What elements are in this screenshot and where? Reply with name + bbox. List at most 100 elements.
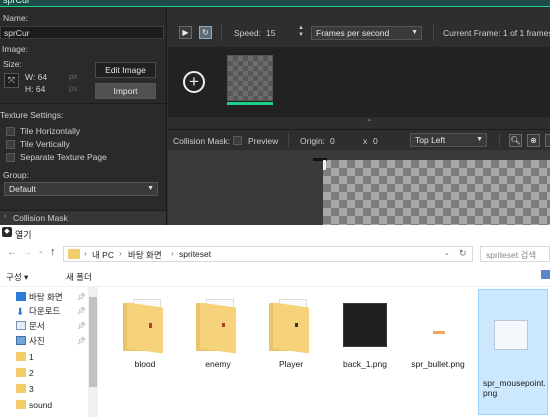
divider <box>221 24 222 41</box>
collision-mask-bar: Collision Mask: Preview Origin: 0 x 0 To… <box>168 129 550 149</box>
group-dropdown[interactable]: Default ▼ <box>4 182 158 196</box>
breadcrumb[interactable]: › 내 PC › 바탕 화면 › spriteset ⌄ ↻ <box>63 246 473 262</box>
nav-item-pictures[interactable]: 사진 <box>16 335 45 348</box>
organize-button[interactable]: 구성 ▾ <box>6 271 28 283</box>
breadcrumb-item[interactable]: 내 PC <box>92 249 114 261</box>
nav-item-label: 사진 <box>29 336 45 346</box>
pin-icon[interactable]: 📌︎ <box>77 307 86 315</box>
name-label: Name: <box>3 13 29 23</box>
folder-icon <box>269 299 313 354</box>
nav-item-folder-sound[interactable]: sound <box>16 399 52 412</box>
back-arrow-icon[interactable]: ← <box>7 247 17 258</box>
spinner-icon[interactable]: ▲ ▼ <box>298 25 304 39</box>
collapse-icon[interactable]: ⌃ <box>366 118 373 127</box>
app-logo-icon: ◆ <box>2 227 12 237</box>
open-file-dialog: ◆ 열기 ← → ⌄ ↑ › 내 PC › 바탕 화면 › spriteset … <box>0 225 550 417</box>
nav-item-desktop[interactable]: 바탕 화면 <box>16 291 63 304</box>
frames-strip: + <box>168 47 550 117</box>
chevron-down-icon: ▼ <box>147 185 154 192</box>
pin-icon[interactable]: 📌︎ <box>77 293 86 301</box>
speed-input[interactable]: 15 <box>266 28 275 38</box>
image-thumbnail <box>494 320 528 350</box>
divider <box>499 133 500 148</box>
dialog-title: 열기 <box>15 230 32 240</box>
nav-item-folder-3[interactable]: 3 <box>16 383 34 396</box>
sprite-frames-panel: ▶ ↻ Speed: 15 ▲ ▼ Frames per second ▼ Cur… <box>168 7 550 225</box>
document-icon <box>16 321 26 330</box>
folder-icon <box>196 299 240 354</box>
origin-anchor-dropdown[interactable]: Top Left ▼ <box>410 133 487 147</box>
chevron-down-icon[interactable]: ⌄ <box>444 249 450 257</box>
origin-y-input[interactable]: 0 <box>373 136 378 146</box>
file-item-image[interactable]: back_1.png <box>330 291 400 381</box>
tile-vertically-checkbox[interactable] <box>6 140 15 149</box>
sprite-canvas[interactable] <box>323 160 550 225</box>
chevron-down-icon: ▼ <box>476 136 483 143</box>
file-name: blood <box>134 359 156 369</box>
nav-scrollbar[interactable] <box>88 287 98 417</box>
file-item-folder[interactable]: Player <box>256 291 326 381</box>
width-value: W: 64 <box>25 72 48 82</box>
nav-scrollbar-thumb[interactable] <box>89 297 97 387</box>
tile-horizontally-checkbox[interactable] <box>6 127 15 136</box>
edit-image-button[interactable]: Edit Image <box>95 62 156 78</box>
pin-icon[interactable]: 📌︎ <box>77 337 86 345</box>
pin-icon[interactable]: 📌︎ <box>77 322 86 330</box>
file-item-image[interactable]: spr_bullet.png <box>403 291 473 381</box>
collision-mask-section[interactable]: › Collision Mask <box>0 210 166 225</box>
folder-icon <box>68 249 80 259</box>
add-frame-icon[interactable]: + <box>183 71 205 93</box>
nav-item-label: 1 <box>29 352 34 362</box>
speed-label: Speed: <box>234 28 261 38</box>
new-folder-button[interactable]: 새 폴더 <box>66 271 92 283</box>
nav-item-folder-2[interactable]: 2 <box>16 367 34 380</box>
up-arrow-icon[interactable]: ↑ <box>50 246 56 258</box>
file-item-folder[interactable]: enemy <box>183 291 253 381</box>
image-thumbnail <box>343 303 387 347</box>
file-item-folder[interactable]: blood <box>110 291 180 381</box>
file-name: spr_bullet.png <box>411 359 465 369</box>
address-bar-row: ← → ⌄ ↑ › 내 PC › 바탕 화면 › spriteset ⌄ ↻ s… <box>0 241 550 265</box>
separate-texture-page-checkbox[interactable] <box>6 153 15 162</box>
sprite-canvas-area[interactable] <box>168 150 550 225</box>
collision-mask-label: Collision Mask: <box>173 136 231 146</box>
origin-label: Origin: <box>300 136 326 146</box>
import-button[interactable]: Import <box>95 83 156 99</box>
speed-units-dropdown[interactable]: Frames per second ▼ <box>311 26 422 40</box>
dialog-titlebar: ◆ 열기 <box>0 225 550 241</box>
origin-x-input[interactable]: 0 <box>330 136 335 146</box>
height-unit: px <box>69 84 78 93</box>
breadcrumb-separator: › <box>171 249 174 258</box>
zoom-out-icon[interactable]: 🔍︎ <box>509 134 522 147</box>
loop-icon[interactable]: ↻ <box>199 26 212 39</box>
breadcrumb-item[interactable]: 바탕 화면 <box>128 249 162 261</box>
breadcrumb-item[interactable]: spriteset <box>179 249 211 259</box>
separate-texture-page-label: Separate Texture Page <box>20 152 107 162</box>
nav-item-documents[interactable]: 문서 <box>16 320 45 333</box>
frame-thumbnail[interactable] <box>227 55 273 101</box>
nav-item-folder-1[interactable]: 1 <box>16 351 34 364</box>
play-icon[interactable]: ▶ <box>179 26 192 39</box>
file-item-image-selected[interactable]: spr_mousepoint.png <box>478 289 548 415</box>
divider <box>433 24 434 41</box>
refresh-icon[interactable]: ↻ <box>459 248 467 259</box>
origin-anchor-value: Top Left <box>415 135 446 145</box>
zoom-reset-icon[interactable] <box>545 134 550 147</box>
folder-icon <box>16 368 26 377</box>
view-options-icon[interactable] <box>541 270 550 279</box>
sprite-name-input[interactable]: sprCur <box>0 26 164 39</box>
nav-item-label: 다운로드 <box>29 306 61 316</box>
resize-icon[interactable]: ⤧ <box>4 73 19 88</box>
nav-item-label: 3 <box>29 384 34 394</box>
preview-checkbox[interactable] <box>233 136 242 145</box>
desktop-icon <box>16 292 26 301</box>
editor-titlebar: sprCur <box>0 0 550 7</box>
file-name: spr_mousepoint.png <box>483 378 546 398</box>
forward-arrow-icon[interactable]: → <box>22 247 32 258</box>
zoom-in-icon[interactable]: ⊕ <box>527 134 540 147</box>
nav-item-downloads[interactable]: ⬇ 다운로드 <box>16 305 60 318</box>
texture-settings-label: Texture Settings: <box>0 110 64 120</box>
search-input[interactable]: spriteset 검색 <box>480 246 550 262</box>
download-icon: ⬇ <box>16 307 25 318</box>
chevron-down-icon[interactable]: ⌄ <box>38 247 44 255</box>
